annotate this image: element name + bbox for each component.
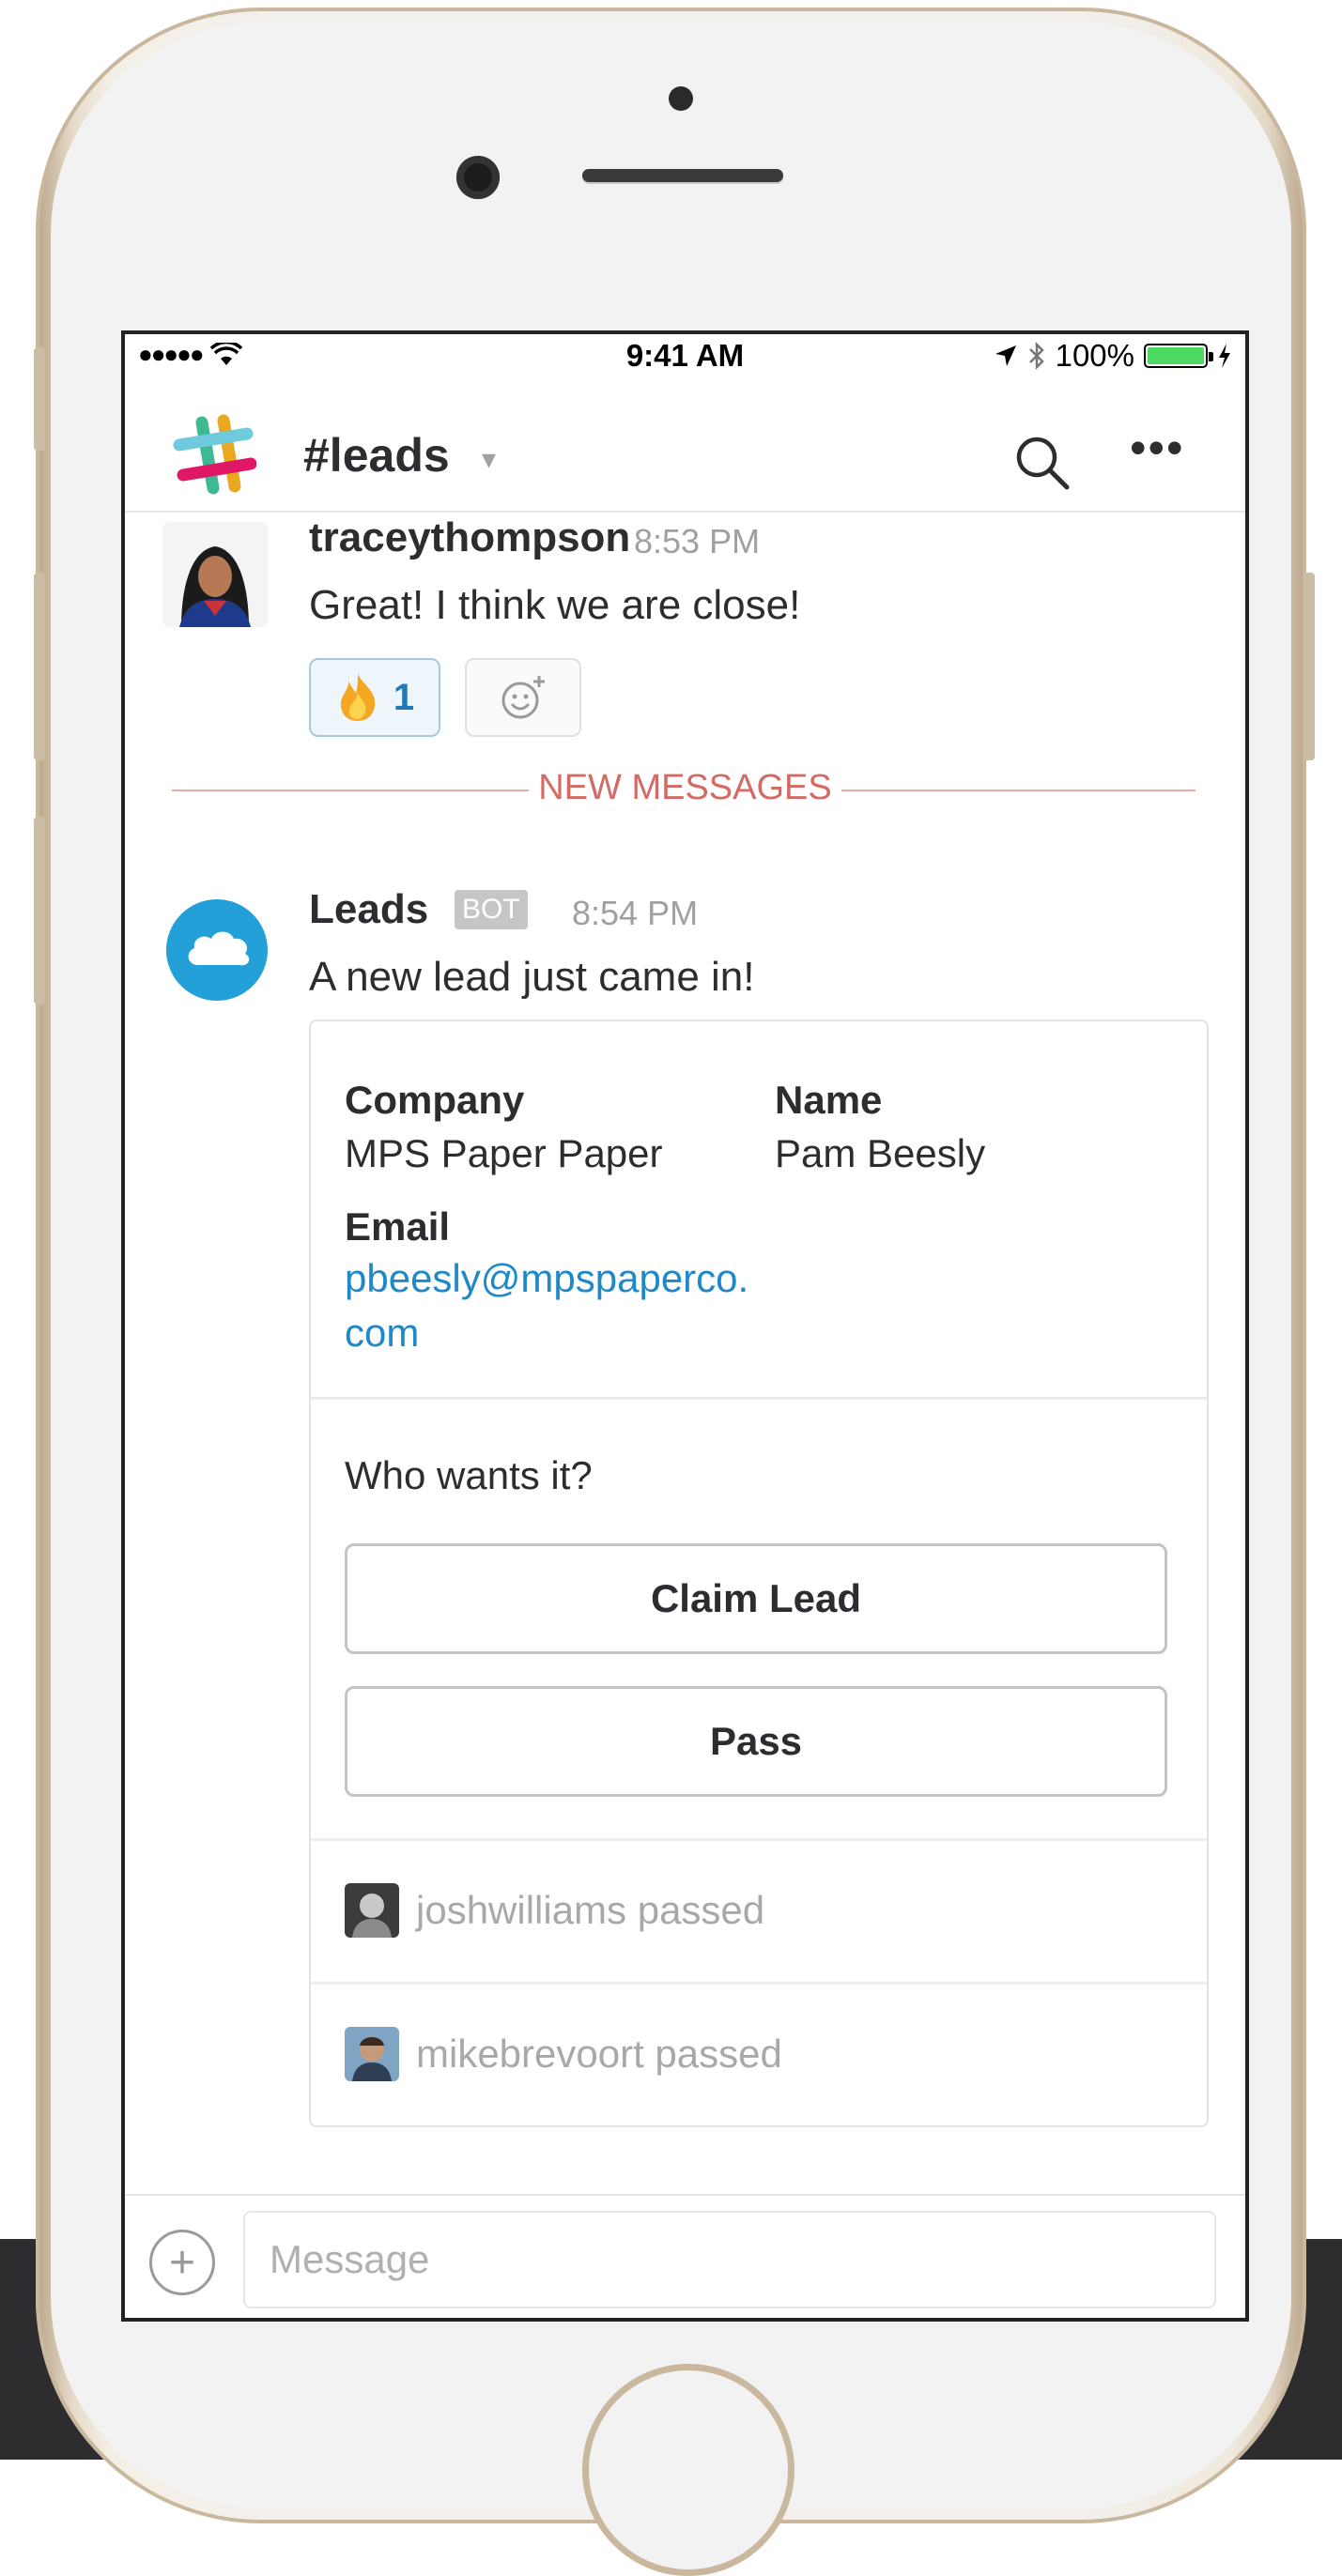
add-emoji-icon [501,676,545,719]
field-value-name: Pam Beesly [775,1131,986,1175]
activity-text: joshwilliams passed [416,1888,765,1932]
location-arrow-icon [995,345,1016,366]
pass-button[interactable]: Pass [345,1686,1167,1797]
bot-avatar[interactable] [166,899,268,1001]
avatar[interactable] [345,1883,399,1938]
activity-item: mikebrevoort passed [345,2027,782,2081]
message-input[interactable] [243,2211,1216,2308]
claim-lead-button[interactable]: Claim Lead [345,1543,1167,1654]
front-camera [456,156,500,199]
status-bar: ●●●●● 9:41 AM 100% [125,334,1245,379]
activity-item: joshwilliams passed [345,1883,764,1938]
avatar[interactable] [162,522,268,627]
mute-switch [34,347,45,451]
home-button[interactable] [582,2364,794,2576]
attachment-divider [311,1838,1207,1841]
bot-badge: BOT [455,890,528,929]
reaction-count: 1 [393,676,415,718]
message-timestamp: 8:54 PM [572,894,699,932]
volume-up-button [34,573,45,760]
volume-down-button [34,817,45,1004]
activity-text: mikebrevoort passed [416,2032,782,2076]
message-text: A new lead just came in! [309,954,755,1000]
proximity-sensor [669,86,693,111]
field-label-company: Company [345,1078,525,1122]
battery-icon [1144,344,1213,368]
message-author[interactable]: Leads [309,886,428,933]
action-prompt: Who wants it? [345,1453,593,1497]
attachment-divider [311,1982,1207,1985]
chevron-down-icon[interactable]: ▾ [482,443,496,476]
message-composer: + [125,2194,1245,2318]
plus-icon[interactable]: + [149,2230,215,2295]
attachment-divider [311,1397,1207,1400]
reaction-button[interactable]: 1 [309,658,440,737]
email-link[interactable]: pbeesly@mpspaperco.com [345,1251,758,1360]
new-messages-label: NEW MESSAGES [529,768,841,807]
search-icon[interactable] [1013,434,1072,492]
battery-fill [1148,347,1204,364]
cloud-icon [188,931,250,966]
slack-logo-icon [173,414,256,495]
phone-screen: ●●●●● 9:41 AM 100% #leads ▾ ••• traceyth… [121,330,1249,2322]
field-label-email: Email [345,1204,451,1249]
field-label-name: Name [775,1078,883,1122]
message-timestamp: 8:53 PM [634,522,761,560]
channel-header: #leads ▾ ••• [125,379,1245,513]
bluetooth-icon [1028,342,1044,370]
add-reaction-button[interactable] [465,658,581,737]
battery-percentage: 100% [1055,338,1134,373]
more-options-icon[interactable]: ••• [1130,424,1185,471]
avatar[interactable] [345,2027,399,2081]
earpiece-speaker [582,169,783,182]
fire-emoji-icon [340,674,376,721]
power-button [1303,573,1315,760]
lead-attachment-card: Company MPS Paper Paper Name Pam Beesly … [309,1020,1209,2127]
channel-title[interactable]: #leads [303,428,450,483]
message-text: Great! I think we are close! [309,582,801,628]
field-value-company: MPS Paper Paper [345,1131,663,1175]
charging-bolt-icon [1219,344,1230,368]
message-author[interactable]: traceythompson [309,514,630,561]
